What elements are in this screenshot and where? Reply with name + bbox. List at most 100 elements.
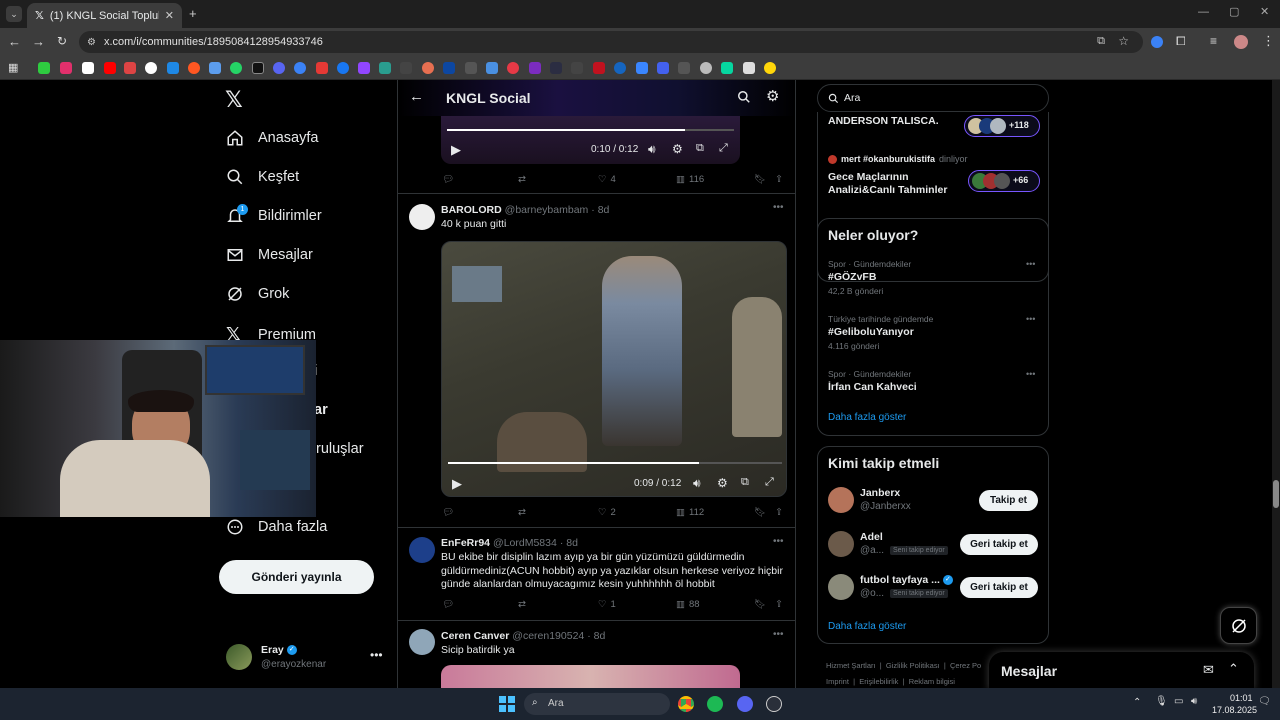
search-icon[interactable] [737, 90, 751, 104]
post[interactable]: Ceren Canver @ceren190524 · 8d ••• Sicip… [398, 621, 795, 688]
author-name[interactable]: Ceren Canver [441, 630, 509, 642]
search-input[interactable]: Ara [817, 84, 1049, 112]
space-listeners[interactable]: +66 [968, 170, 1040, 192]
bookmark-icon[interactable] [273, 62, 285, 74]
fullscreen-icon[interactable]: ⤢ [719, 142, 728, 155]
nav-more[interactable]: Daha fazla [226, 518, 327, 536]
trend-more-icon[interactable]: ••• [1026, 314, 1035, 324]
follow-suggestion[interactable]: Adel @a... Seni takip ediyor Geri takip … [818, 527, 1048, 567]
bookmark-icon[interactable] [743, 62, 755, 74]
play-icon[interactable]: ▶ [452, 476, 462, 492]
nav-messages[interactable]: Mesajlar [226, 246, 313, 264]
discord-taskbar-icon[interactable] [737, 696, 753, 712]
apps-grid-icon[interactable]: ▦ [8, 61, 18, 74]
bookmark-icon[interactable] [614, 62, 626, 74]
new-message-icon[interactable]: ✉ [1203, 662, 1214, 678]
close-tab-icon[interactable]: ✕ [165, 9, 174, 22]
bookmark-icon[interactable] [700, 62, 712, 74]
bookmark-icon[interactable] [465, 62, 477, 74]
account-switcher[interactable]: Eray ✓ @erayozkenar ••• [226, 640, 386, 672]
post[interactable]: BAROLORD @barneybambam · 8d ••• 40 k pua… [398, 194, 795, 528]
footer-link[interactable]: Erişilebilirlik [859, 677, 898, 686]
bookmark-icon[interactable] [60, 62, 72, 74]
spotify-taskbar-icon[interactable] [707, 696, 723, 712]
repost-icon[interactable]: ⇄ [518, 507, 526, 518]
show-more-link[interactable]: Daha fazla göster [828, 412, 906, 423]
bookmark-icon[interactable] [167, 62, 179, 74]
reply-icon[interactable]: 💬︎ [442, 507, 454, 518]
expand-icon[interactable]: ⌃ [1228, 661, 1239, 677]
bookmark-icon[interactable] [124, 62, 136, 74]
post-more-icon[interactable]: ••• [773, 202, 784, 213]
extension-icon[interactable] [1151, 36, 1163, 48]
video-settings-icon[interactable]: ⚙ [717, 476, 728, 490]
video-settings-icon[interactable]: ⚙ [672, 142, 683, 156]
more-dots-icon[interactable]: ••• [370, 648, 383, 662]
tab-search-button[interactable]: ⌄ [6, 6, 22, 22]
nav-grok[interactable]: Grok [226, 285, 289, 303]
page-scrollbar[interactable] [1272, 80, 1280, 688]
bookmark-icon[interactable] [571, 62, 583, 74]
like-button[interactable]: ♡ 2 [598, 507, 616, 518]
footer-link[interactable]: Hizmet Şartları [826, 661, 876, 670]
bookmark-icon[interactable] [316, 62, 328, 74]
fullscreen-icon[interactable]: ⤢ [765, 476, 774, 489]
space-title[interactable]: ANDERSON TALISCA. [828, 115, 939, 127]
back-icon[interactable]: ← [8, 34, 21, 49]
volume-icon[interactable]: 🔊︎ [648, 142, 656, 157]
author-name[interactable]: BAROLORD [441, 204, 502, 216]
extensions-puzzle-icon[interactable]: ⧠ [1176, 34, 1186, 49]
show-more-link[interactable]: Daha fazla göster [828, 621, 906, 632]
post-image[interactable] [441, 665, 740, 688]
nav-explore[interactable]: Keşfet [226, 168, 299, 186]
address-bar[interactable]: ⚙ x.com/i/communities/189508412895493374… [79, 31, 1143, 53]
settings-gear-icon[interactable]: ⚙ [766, 87, 779, 105]
avatar[interactable] [409, 204, 435, 230]
bookmark-icon[interactable] [422, 62, 434, 74]
steam-taskbar-icon[interactable] [766, 696, 782, 712]
clock-time[interactable]: 01:01 [1230, 693, 1253, 703]
install-app-icon[interactable]: ⧉ [1097, 35, 1105, 48]
bookmark-icon[interactable]: 🔖︎ [754, 174, 766, 185]
bookmark-icon[interactable]: 🔖︎ [754, 507, 766, 518]
nav-item[interactable]: ruluşlar [316, 441, 364, 457]
bookmark-icon[interactable] [145, 62, 157, 74]
share-icon[interactable]: ⇪ [775, 599, 783, 610]
trend-item[interactable]: Spor · Gündemdekiler İrfan Can Kahveci •… [818, 365, 1048, 401]
footer-link[interactable]: Gizlilik Politikası [886, 661, 940, 670]
author-handle[interactable]: @barneybambam [505, 204, 589, 216]
trend-item[interactable]: Spor · Gündemdekiler #GÖZvFB 42,2 B gönd… [818, 255, 1048, 305]
repost-icon[interactable]: ⇄ [518, 174, 526, 185]
follow-button[interactable]: Takip et [979, 490, 1038, 511]
bookmark-icon[interactable] [294, 62, 306, 74]
trend-more-icon[interactable]: ••• [1026, 259, 1035, 269]
tray-chevron-icon[interactable]: ⌃ [1133, 697, 1141, 708]
play-icon[interactable]: ▶ [451, 142, 461, 158]
views-count[interactable]: ▥ 88 [676, 599, 700, 610]
video-player[interactable]: ▶ 0:09 / 0:12 🔊︎ ⚙ ⧉ ⤢ [441, 241, 787, 497]
bookmark-icon[interactable]: 🔖︎ [754, 599, 766, 610]
bookmark-icon[interactable] [337, 62, 349, 74]
site-info-icon[interactable]: ⚙ [87, 37, 96, 48]
pip-icon[interactable]: ⧉ [696, 142, 704, 155]
nav-home[interactable]: Anasayfa [226, 129, 318, 147]
avatar[interactable] [409, 629, 435, 655]
space-listeners[interactable]: +118 [964, 115, 1040, 137]
bookmark-icon[interactable] [507, 62, 519, 74]
space-title[interactable]: Gece Maçlarının Analizi&Canlı Tahminler [828, 171, 958, 197]
author-name[interactable]: EnFeRr94 [441, 537, 490, 549]
bookmark-icon[interactable] [82, 62, 94, 74]
post[interactable]: EnFeRr94 @LordM5834 · 8d ••• BU ekibe bi… [398, 528, 795, 621]
share-icon[interactable]: ⇪ [775, 174, 783, 185]
follow-back-button[interactable]: Geri takip et [960, 534, 1038, 555]
author-handle[interactable]: @ceren190524 [512, 630, 584, 642]
views-count[interactable]: ▥ 116 [676, 174, 704, 185]
scrollbar-thumb[interactable] [1273, 480, 1279, 508]
bookmark-icon[interactable] [230, 62, 242, 74]
repost-icon[interactable]: ⇄ [518, 599, 526, 610]
messages-drawer[interactable]: Mesajlar ✉ ⌃ [989, 652, 1254, 690]
follow-suggestion[interactable]: futbol tayfaya ... ✓ @o... Seni takip ed… [818, 570, 1048, 610]
pip-icon[interactable]: ⧉ [741, 476, 749, 489]
follow-back-button[interactable]: Geri takip et [960, 577, 1038, 598]
notification-center-icon[interactable]: 🗨︎ [1258, 696, 1271, 707]
